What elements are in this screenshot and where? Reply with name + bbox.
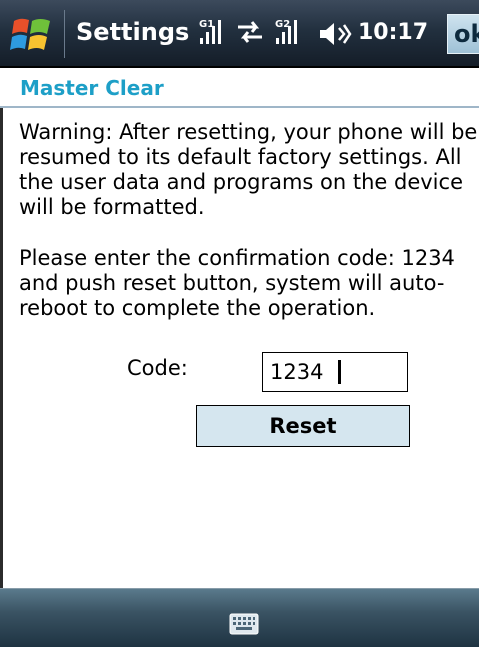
- signal-line1-icon[interactable]: G1: [198, 16, 228, 52]
- keyboard-icon[interactable]: [229, 613, 259, 635]
- svg-text:G1: G1: [199, 19, 214, 30]
- page-header: Master Clear: [0, 68, 479, 108]
- data-connection-icon[interactable]: [234, 18, 266, 50]
- ok-button[interactable]: ok: [447, 14, 479, 54]
- svg-text:G2: G2: [275, 19, 290, 30]
- windows-start-icon[interactable]: [10, 15, 54, 55]
- code-label: Code:: [127, 356, 188, 380]
- code-input[interactable]: [262, 352, 408, 392]
- text-caret: [338, 360, 341, 384]
- content-area: Warning: After resetting, your phone wil…: [0, 108, 479, 588]
- app-title: Settings: [76, 18, 190, 46]
- page-title: Master Clear: [20, 76, 164, 100]
- bottom-bar: [0, 588, 479, 647]
- instruction-text: Please enter the confirmation code: 1234…: [19, 246, 455, 320]
- title-bar: Settings G1 G2 10:17 ok: [0, 0, 479, 68]
- signal-line2-icon[interactable]: G2: [274, 16, 304, 52]
- clock[interactable]: 10:17: [358, 20, 428, 45]
- warning-text: Warning: After resetting, your phone wil…: [19, 120, 478, 219]
- reset-button[interactable]: Reset: [196, 405, 410, 447]
- volume-icon[interactable]: [318, 20, 352, 52]
- title-separator: [64, 10, 65, 58]
